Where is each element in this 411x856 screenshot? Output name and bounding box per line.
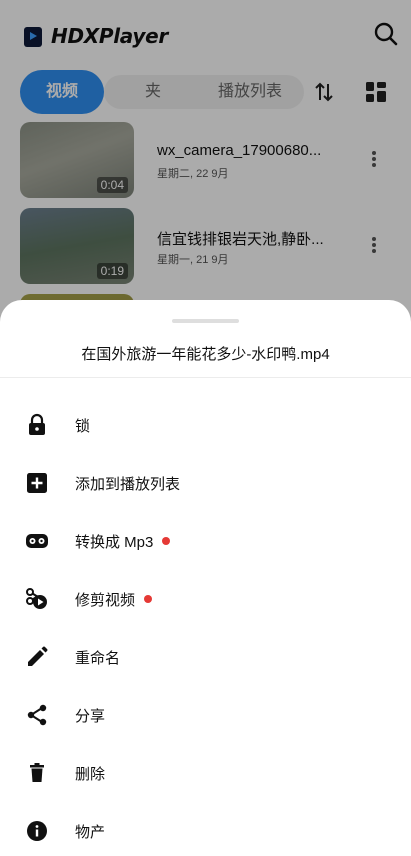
sheet-drag-handle[interactable] bbox=[172, 319, 239, 323]
share-icon bbox=[25, 703, 49, 727]
new-badge-dot bbox=[144, 595, 153, 603]
menu-item-lock[interactable]: 锁 bbox=[0, 396, 411, 454]
menu-item-label: 分享 bbox=[75, 708, 106, 725]
menu-item-add-to-playlist[interactable]: 添加到播放列表 bbox=[0, 454, 411, 512]
menu-item-label: 重命名 bbox=[75, 650, 121, 667]
menu-item-label: 物产 bbox=[75, 824, 106, 841]
menu-item-properties[interactable]: 物产 bbox=[0, 802, 411, 856]
divider bbox=[0, 377, 411, 378]
scissors-icon bbox=[25, 587, 49, 611]
new-badge-dot bbox=[162, 537, 171, 545]
menu-item-label: 转换成 Mp3 bbox=[75, 531, 171, 552]
menu-item-label: 删除 bbox=[75, 766, 106, 783]
menu-item-label: 锁 bbox=[75, 418, 91, 435]
trash-icon bbox=[25, 761, 49, 785]
lock-icon bbox=[25, 413, 49, 437]
sheet-file-title: 在国外旅游一年能花多少-水印鸭.mp4 bbox=[81, 346, 330, 363]
menu-item-delete[interactable]: 删除 bbox=[0, 744, 411, 802]
cassette-icon bbox=[25, 529, 49, 553]
menu-item-label: 添加到播放列表 bbox=[75, 476, 181, 493]
menu-item-trim-video[interactable]: 修剪视频 bbox=[0, 570, 411, 628]
pencil-icon bbox=[25, 645, 49, 669]
menu-item-label: 修剪视频 bbox=[75, 589, 153, 610]
info-icon bbox=[25, 819, 49, 843]
menu-item-convert-mp3[interactable]: 转换成 Mp3 bbox=[0, 512, 411, 570]
menu-item-share[interactable]: 分享 bbox=[0, 686, 411, 744]
add-box-icon bbox=[25, 471, 49, 495]
menu-item-rename[interactable]: 重命名 bbox=[0, 628, 411, 686]
bottom-sheet: 在国外旅游一年能花多少-水印鸭.mp4 锁 添加到播放列表 转换成 Mp3 修剪… bbox=[0, 300, 411, 856]
